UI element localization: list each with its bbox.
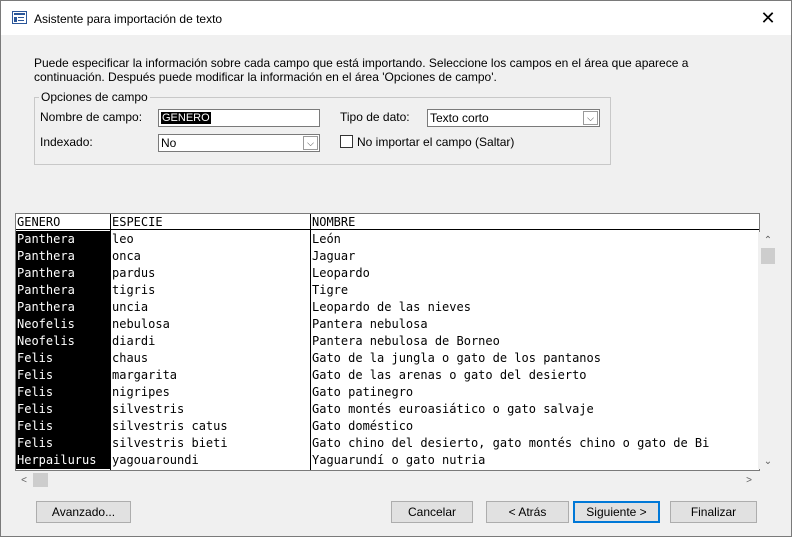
horizontal-scrollbar[interactable]: < > bbox=[15, 471, 758, 489]
grid-cell: pardus bbox=[112, 266, 156, 280]
grid-header-cell[interactable]: ESPECIE bbox=[111, 214, 311, 230]
grid-cell: Panthera bbox=[16, 299, 111, 316]
grid-cell: León bbox=[312, 232, 341, 246]
grid-column-nombre[interactable]: NOMBRE León Jaguar Leopardo Tigre Leopardo de… bbox=[311, 214, 759, 470]
indexed-select[interactable]: No ⌵ bbox=[158, 134, 320, 152]
field-name-input[interactable]: GENERO bbox=[158, 109, 320, 127]
scroll-up-icon[interactable]: ⌃ bbox=[758, 232, 778, 248]
intro-text: Puede especificar la información sobre c… bbox=[34, 56, 689, 84]
back-button[interactable]: < Atrás bbox=[486, 501, 569, 523]
indexed-label: Indexado: bbox=[40, 135, 93, 149]
grid-cell: Felis bbox=[16, 418, 111, 435]
grid-column-divider[interactable] bbox=[310, 214, 311, 470]
data-preview-grid[interactable]: GENERO Panthera Panthera Panthera Panthera Pa… bbox=[15, 213, 760, 471]
advanced-button[interactable]: Avanzado... bbox=[36, 501, 131, 523]
field-name-label-text: Nombre de campo: bbox=[40, 110, 143, 124]
field-options-group: Opciones de campo bbox=[34, 90, 611, 165]
grid-cell: Gato montés euroasiático o gato salvaje bbox=[312, 402, 594, 416]
grid-column-especie[interactable]: ESPECIE leo onca pardus tigris uncia nebulosa d… bbox=[111, 214, 311, 470]
grid-cell: Leopardo de las nieves bbox=[312, 300, 471, 314]
title-bar: Asistente para importación de texto ✕ bbox=[1, 1, 791, 35]
grid-cell: Panthera bbox=[16, 231, 111, 248]
grid-cell: Gato doméstico bbox=[312, 419, 414, 433]
scroll-left-icon[interactable]: < bbox=[15, 471, 33, 489]
grid-cell: Gato de las arenas o gato del desierto bbox=[312, 368, 587, 382]
grid-cell: Panthera bbox=[16, 248, 111, 265]
close-button[interactable]: ✕ bbox=[745, 1, 791, 35]
grid-cell: Neofelis bbox=[16, 333, 111, 350]
next-button[interactable]: Siguiente > bbox=[573, 501, 660, 523]
grid-cell: Felis bbox=[16, 401, 111, 418]
window-title: Asistente para importación de texto bbox=[34, 12, 223, 26]
grid-cell: Panthera bbox=[16, 265, 111, 282]
grid-cell: uncia bbox=[112, 300, 149, 314]
grid-cell: nigripes bbox=[112, 385, 170, 399]
scroll-right-icon[interactable]: > bbox=[740, 471, 758, 489]
grid-cell: Pantera nebulosa de Borneo bbox=[312, 334, 500, 348]
field-name-label: Nombre de campo: bbox=[40, 110, 142, 124]
grid-cell: onca bbox=[112, 249, 141, 263]
grid-cell: leo bbox=[112, 232, 134, 246]
grid-cell: margarita bbox=[112, 368, 178, 382]
scroll-down-icon[interactable]: ⌄ bbox=[758, 453, 778, 469]
grid-cell: Herpailurus bbox=[16, 452, 111, 469]
field-options-legend: Opciones de campo bbox=[39, 90, 150, 104]
grid-cell: nebulosa bbox=[112, 317, 170, 331]
grid-column-genero[interactable]: GENERO Panthera Panthera Panthera Panthera Pa… bbox=[16, 214, 111, 470]
grid-cell: Felis bbox=[16, 384, 111, 401]
grid-cell: Gato patinegro bbox=[312, 385, 414, 399]
grid-cell: chaus bbox=[112, 351, 149, 365]
import-text-wizard-window: Asistente para importación de texto ✕ Pu… bbox=[0, 0, 792, 537]
data-type-value: Texto corto bbox=[430, 111, 489, 125]
grid-cell: Panthera bbox=[16, 282, 111, 299]
grid-cell: Felis bbox=[16, 435, 111, 452]
grid-cell: Gato de la jungla o gato de los pantanos bbox=[312, 351, 601, 365]
skip-field-checkbox[interactable] bbox=[340, 135, 353, 148]
grid-cell: Jaguar bbox=[312, 249, 356, 263]
grid-cell: Yaguarundí o gato nutria bbox=[312, 453, 486, 467]
vertical-scrollbar[interactable]: ⌃ ⌄ bbox=[758, 232, 778, 469]
field-name-value: GENERO bbox=[161, 112, 211, 124]
indexed-value: No bbox=[161, 136, 177, 150]
grid-cell: Neofelis bbox=[16, 316, 111, 333]
vertical-scroll-thumb[interactable] bbox=[761, 248, 775, 264]
grid-cell: tigris bbox=[112, 283, 156, 297]
data-type-label: Tipo de dato: bbox=[340, 110, 410, 124]
chevron-down-icon[interactable]: ⌵ bbox=[583, 111, 598, 125]
grid-cell: silvestris bbox=[112, 402, 185, 416]
grid-header-cell[interactable]: NOMBRE bbox=[311, 214, 759, 230]
grid-cell: Leopardo bbox=[312, 266, 370, 280]
close-icon: ✕ bbox=[760, 7, 776, 28]
data-type-select[interactable]: Texto corto ⌵ bbox=[427, 109, 600, 127]
grid-header-cell[interactable]: GENERO bbox=[16, 214, 111, 230]
import-text-icon bbox=[12, 11, 27, 24]
grid-cell: Gato chino del desierto, gato montés chi… bbox=[312, 436, 710, 450]
grid-cell: silvestris bieti bbox=[112, 436, 228, 450]
cancel-button[interactable]: Cancelar bbox=[391, 501, 473, 523]
grid-cell: diardi bbox=[112, 334, 156, 348]
grid-cell: Tigre bbox=[312, 283, 349, 297]
grid-cell: silvestris catus bbox=[112, 419, 228, 433]
skip-field-label[interactable]: No importar el campo (Saltar) bbox=[357, 135, 514, 149]
grid-cell: Felis bbox=[16, 350, 111, 367]
grid-column-divider[interactable] bbox=[110, 214, 111, 470]
grid-cell: Pantera nebulosa bbox=[312, 317, 428, 331]
horizontal-scroll-thumb[interactable] bbox=[33, 473, 48, 487]
chevron-down-icon[interactable]: ⌵ bbox=[303, 136, 318, 150]
finish-button[interactable]: Finalizar bbox=[670, 501, 757, 523]
grid-cell: yagouaroundi bbox=[112, 453, 199, 467]
grid-cell: Felis bbox=[16, 367, 111, 384]
